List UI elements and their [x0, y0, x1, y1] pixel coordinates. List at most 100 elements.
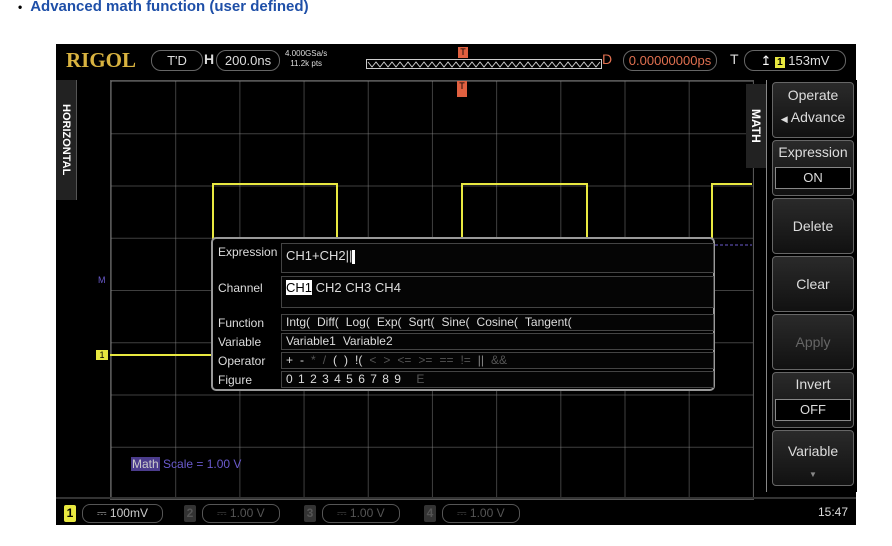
function-sine[interactable]: Sine( — [442, 315, 470, 329]
top-status-bar: RIGOL T'D H 200.0ns 4.000GSa/s 11.2k pts… — [56, 44, 856, 76]
apply-button[interactable]: Apply — [772, 314, 854, 370]
trigger-marker[interactable]: T — [457, 81, 467, 97]
expression-label: Expression — [778, 144, 848, 160]
operator-open-paren[interactable]: ( — [333, 353, 337, 367]
dc-coupling-icon: ⎓ — [457, 506, 467, 520]
operator-not[interactable]: !( — [355, 353, 362, 367]
clock: 15:47 — [817, 505, 848, 519]
operator-divide[interactable]: / — [323, 353, 326, 367]
expression-input[interactable]: CH1+CH2|| — [281, 243, 714, 273]
expression-text: CH1+CH2|| — [286, 248, 353, 263]
operate-button[interactable]: Operate ◀ Advance — [772, 82, 854, 138]
channel-3-status[interactable]: 3 ⎓ 1.00 V — [304, 504, 400, 523]
timebase[interactable]: 200.0ns — [216, 50, 280, 71]
operator-minus[interactable]: - — [300, 353, 304, 367]
channel-3-number: 3 — [304, 505, 316, 522]
math-scale-value: Scale = 1.00 V — [163, 457, 242, 471]
operator-ne[interactable]: != — [460, 353, 470, 367]
clear-button[interactable]: Clear — [772, 256, 854, 312]
section-heading: Advanced math function (user defined) — [18, 0, 308, 15]
figure-9[interactable]: 9 — [394, 372, 401, 386]
function-cosine[interactable]: Cosine( — [477, 315, 518, 329]
delete-button[interactable]: Delete — [772, 198, 854, 254]
sample-rate: 4.000GSa/s — [285, 49, 328, 58]
figure-8[interactable]: 8 — [382, 372, 389, 386]
figure-4[interactable]: 4 — [334, 372, 341, 386]
chevron-down-icon: ▼ — [809, 470, 817, 479]
channel-ch4[interactable]: CH4 — [375, 280, 401, 295]
channel-1-status[interactable]: 1 ⎓ 100mV — [64, 504, 163, 523]
variable-label: Variable — [787, 443, 839, 459]
channel-ch3[interactable]: CH3 — [345, 280, 371, 295]
math-scale: Math Scale = 1.00 V — [131, 457, 241, 471]
variable-2[interactable]: Variable2 — [343, 334, 393, 348]
expression-state: ON — [775, 167, 851, 189]
channel-4-status[interactable]: 4 ⎓ 1.00 V — [424, 504, 520, 523]
operator-le[interactable]: <= — [397, 353, 411, 367]
function-diff[interactable]: Diff( — [317, 315, 339, 329]
figure-1[interactable]: 1 — [298, 372, 305, 386]
operate-label: Operate — [787, 87, 839, 103]
mode-indicator: T'D — [151, 50, 203, 71]
trigger-settings[interactable]: ↥ 1 153mV — [744, 50, 846, 71]
trigger-level: 153mV — [788, 53, 830, 68]
figure-0[interactable]: 0 — [286, 372, 293, 386]
figure-5[interactable]: 5 — [346, 372, 353, 386]
figure-6[interactable]: 6 — [358, 372, 365, 386]
delay-value[interactable]: 0.00000000ps — [623, 50, 717, 71]
variable-list: Variable1 Variable2 — [281, 333, 714, 350]
dc-coupling-icon: ⎓ — [217, 506, 227, 520]
expression-label: Expression — [218, 245, 278, 259]
function-log[interactable]: Log( — [346, 315, 370, 329]
operator-and[interactable]: && — [491, 353, 507, 367]
invert-label: Invert — [795, 376, 831, 392]
channel-3-scale: 1.00 V — [349, 506, 385, 520]
t-label: T — [730, 51, 739, 67]
trigger-source: 1 — [775, 57, 785, 68]
oscilloscope-screen: RIGOL T'D H 200.0ns 4.000GSa/s 11.2k pts… — [56, 44, 857, 527]
operator-gt[interactable]: > — [383, 353, 390, 367]
operator-label: Operator — [218, 354, 266, 368]
channel-list: CH1 CH2 CH3 CH4 — [281, 276, 714, 308]
function-list: Intg( Diff( Log( Exp( Sqrt( Sine( Cosine( Tange… — [281, 314, 714, 331]
channel-label: Channel — [218, 281, 263, 295]
operator-eq[interactable]: == — [439, 353, 453, 367]
function-intg[interactable]: Intg( — [286, 315, 310, 329]
operator-plus[interactable]: + — [286, 353, 293, 367]
function-exp[interactable]: Exp( — [377, 315, 402, 329]
channel-status-bar: 1 ⎓ 100mV 2 ⎓ 1.00 V 3 ⎓ 1.00 V 4 ⎓ 1.00 V 1… — [56, 497, 856, 527]
operator-or[interactable]: || — [478, 353, 484, 367]
figure-e[interactable]: E — [416, 372, 424, 386]
variable-1[interactable]: Variable1 — [286, 334, 336, 348]
dc-coupling-icon: ⎓ — [97, 506, 107, 520]
operator-multiply[interactable]: * — [311, 353, 316, 367]
figure-label: Figure — [218, 373, 253, 387]
ch1-marker[interactable]: 1 — [96, 350, 108, 360]
operate-value: Advance — [790, 109, 846, 125]
function-sqrt[interactable]: Sqrt( — [409, 315, 435, 329]
left-arrow-icon: ◀ — [780, 114, 788, 124]
channel-ch2[interactable]: CH2 — [316, 280, 342, 295]
channel-2-number: 2 — [184, 505, 196, 522]
invert-state: OFF — [775, 399, 851, 421]
expression-button[interactable]: Expression ON — [772, 140, 854, 196]
math-tab[interactable]: MATH — [746, 84, 766, 168]
channel-ch1[interactable]: CH1 — [286, 280, 313, 295]
figure-7[interactable]: 7 — [370, 372, 377, 386]
operator-lt[interactable]: < — [369, 353, 376, 367]
variable-button[interactable]: Variable ▼ — [772, 430, 854, 486]
math-marker[interactable]: M — [98, 275, 106, 285]
invert-button[interactable]: Invert OFF — [772, 372, 854, 428]
figure-2[interactable]: 2 — [310, 372, 317, 386]
horizontal-tab[interactable]: HORIZONTAL — [56, 80, 77, 200]
figure-3[interactable]: 3 — [322, 372, 329, 386]
memory-waveform-overview — [366, 59, 602, 69]
operator-close-paren[interactable]: ) — [344, 353, 348, 367]
channel-2-scale: 1.00 V — [229, 506, 265, 520]
operator-list: + - * / () !( < > <= >= == != || && — [281, 352, 714, 369]
channel-4-number: 4 — [424, 505, 436, 522]
channel-2-status[interactable]: 2 ⎓ 1.00 V — [184, 504, 280, 523]
rigol-logo: RIGOL — [66, 48, 137, 72]
function-tangent[interactable]: Tangent( — [525, 315, 572, 329]
operator-ge[interactable]: >= — [418, 353, 432, 367]
